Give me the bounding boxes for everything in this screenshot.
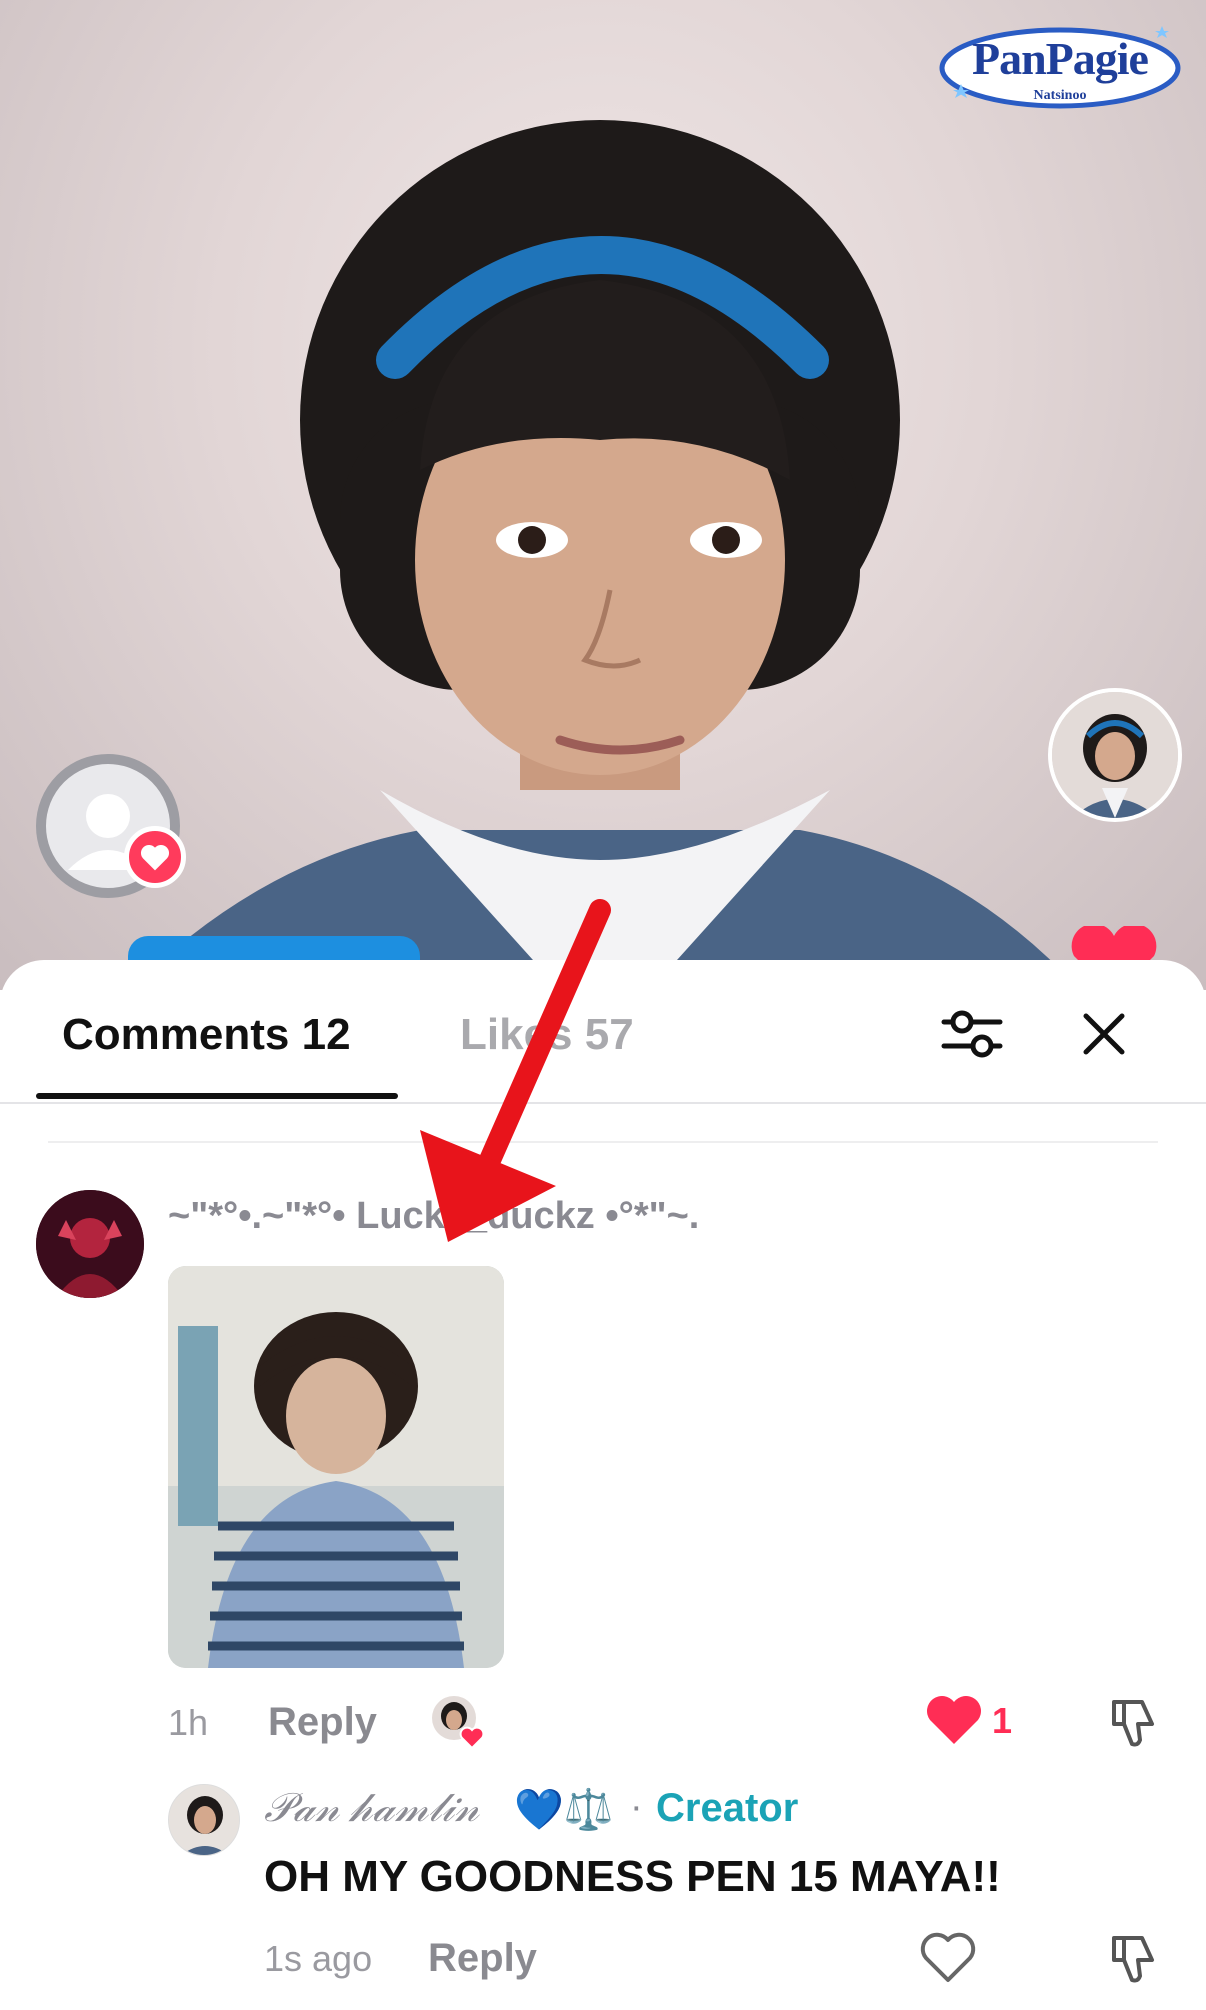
comment-author-name[interactable]: ~"*°•.~"*°• Lucky_duckz •°*"~. [168,1195,699,1238]
video-player[interactable]: PanPagie Natsinoo [0,0,1206,990]
liked-badge [124,826,186,888]
creator-liked-indicator [430,1694,486,1750]
reply-button[interactable]: Reply [428,1936,537,1981]
reply-text: OH MY GOODNESS PEN 15 MAYA!! [264,1852,1001,1901]
heart-icon[interactable] [926,1694,982,1746]
reply-timestamp: 1s ago [264,1938,373,1979]
creator-avatar[interactable] [1048,688,1182,822]
thumbs-down-icon[interactable] [1104,1930,1160,1986]
watermark-logo: PanPagie Natsinoo [935,22,1185,114]
tab-comments[interactable]: Comments 12 [62,1010,351,1060]
watermark-title: PanPagie [972,33,1149,84]
reply-author-name[interactable]: 𝒫𝒶𝓃 𝒽𝒶𝓂𝓁𝒾𝓃 [264,1784,479,1831]
like-count: 1 [992,1700,1013,1741]
creator-badge: Creator [656,1786,799,1830]
reply-author-avatar[interactable] [168,1784,240,1856]
reply-button[interactable]: Reply [268,1700,377,1745]
separator-dot: · [630,1786,643,1828]
comment-attached-image[interactable] [168,1266,504,1668]
close-icon[interactable] [1078,1008,1130,1060]
heart-icon[interactable] [920,1930,976,1984]
tabs-divider [0,1102,1206,1104]
comment-author-avatar[interactable] [36,1190,144,1298]
heart-icon [140,844,170,871]
section-divider [48,1141,1158,1143]
author-emoji: 💙⚖️ [514,1788,614,1832]
sliders-icon[interactable] [940,1004,1004,1064]
active-tab-indicator [36,1093,398,1099]
tab-likes[interactable]: Likes 57 [460,1010,634,1060]
comment-timestamp: 1h [168,1702,209,1743]
thumbs-down-icon[interactable] [1104,1694,1160,1750]
watermark-subtitle: Natsinoo [1033,88,1087,103]
